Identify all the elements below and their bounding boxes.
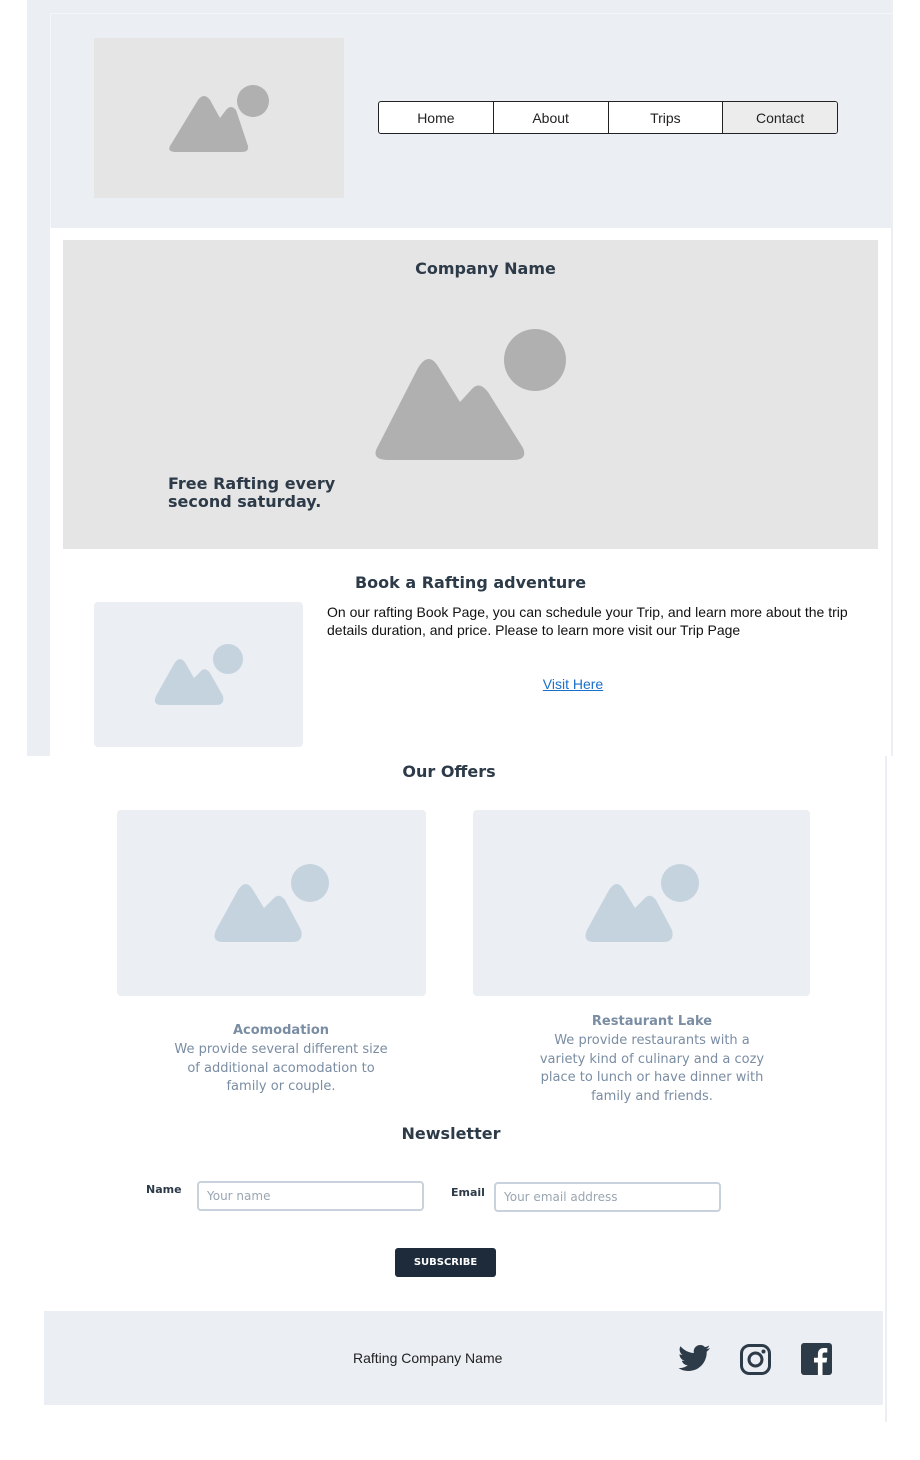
offer-card-text: We provide restaurants with a variety ki… bbox=[539, 1033, 765, 1104]
offer-card-title: Acomodation bbox=[232, 1023, 330, 1038]
instagram-icon[interactable] bbox=[740, 1344, 771, 1375]
offers-title: Our Offers bbox=[402, 762, 496, 781]
booking-description: On our rafting Book Page, you can schedu… bbox=[327, 604, 848, 638]
visit-here-link[interactable]: Visit Here bbox=[327, 676, 819, 692]
email-label: Email bbox=[451, 1186, 485, 1199]
image-placeholder-icon bbox=[117, 810, 426, 996]
nav-home[interactable]: Home bbox=[379, 102, 494, 133]
twitter-icon[interactable] bbox=[678, 1344, 711, 1374]
image-placeholder-icon bbox=[94, 38, 344, 198]
booking-title: Book a Rafting adventure bbox=[354, 573, 587, 592]
image-placeholder-icon bbox=[94, 602, 303, 747]
hero-tagline: Free Rafting every second saturday. bbox=[168, 474, 336, 511]
nav-contact[interactable]: Contact bbox=[723, 102, 837, 133]
nav-trips[interactable]: Trips bbox=[609, 102, 724, 133]
email-input[interactable] bbox=[494, 1182, 721, 1212]
facebook-icon[interactable] bbox=[801, 1343, 832, 1375]
logo-image-placeholder bbox=[94, 38, 344, 198]
main-nav: Home About Trips Contact bbox=[378, 101, 838, 134]
subscribe-button[interactable]: SUBSCRIBE bbox=[395, 1248, 496, 1277]
image-placeholder-icon bbox=[473, 810, 810, 996]
page-right-border bbox=[885, 756, 887, 1422]
name-input[interactable] bbox=[197, 1181, 424, 1211]
offer-card-image-restaurant bbox=[473, 810, 810, 996]
hero-title: Company Name bbox=[415, 259, 556, 278]
header-divider bbox=[50, 13, 893, 14]
newsletter-title: Newsletter bbox=[401, 1124, 501, 1143]
nav-about[interactable]: About bbox=[494, 102, 609, 133]
offer-card-title: Restaurant Lake bbox=[591, 1014, 713, 1029]
offer-card-text: We provide several different size of add… bbox=[174, 1042, 388, 1094]
booking-image-placeholder bbox=[94, 602, 303, 747]
offer-card-image-accomodation bbox=[117, 810, 426, 996]
footer-company-name: Rafting Company Name bbox=[353, 1350, 503, 1366]
header-divider-left bbox=[50, 13, 51, 228]
name-label: Name bbox=[146, 1183, 182, 1196]
